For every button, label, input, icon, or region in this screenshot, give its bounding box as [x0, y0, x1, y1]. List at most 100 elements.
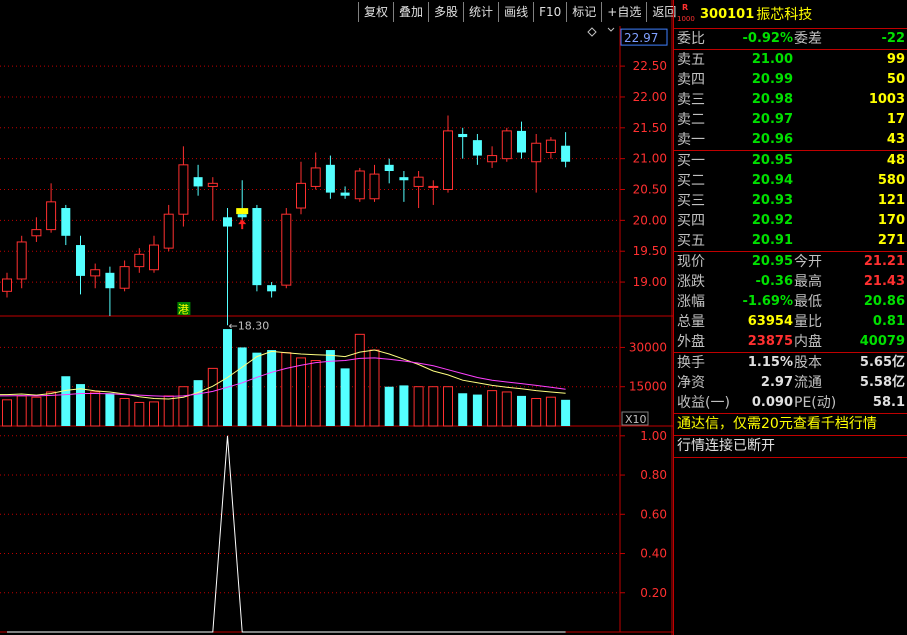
- quote-panel: R 1000 300101 振芯科技 委比 -0.92% 委差 -22 卖五 21…: [673, 0, 907, 635]
- candle-body: [428, 185, 439, 188]
- bid-level-3: 买三 20.93 121: [677, 193, 905, 209]
- bid-level-2: 买二 20.94 580: [677, 173, 905, 189]
- candle-body: [281, 213, 292, 286]
- candle-body: [223, 217, 232, 227]
- indicator-axis-label: 0.20: [640, 586, 667, 600]
- candle-body: [16, 241, 27, 280]
- candle-body: [61, 208, 71, 236]
- volume-bar: [545, 396, 556, 427]
- volume-bar: [296, 357, 306, 427]
- quote-row-1: 涨跌 -0.36 最高 21.43: [677, 274, 905, 290]
- ask-level-3: 卖三 20.98 1003: [677, 92, 905, 108]
- volume-bar: [340, 368, 350, 426]
- price-axis-label: 22.50: [633, 59, 667, 73]
- price-axis-label: 22.00: [633, 90, 667, 104]
- bid-book: 买一 20.95 48 买二 20.94 580 买三 20.93 121 买四 20.92 170 买…: [674, 150, 907, 251]
- volume-bar: [531, 398, 542, 427]
- volume-bar: [90, 391, 101, 427]
- tag-label: 港: [178, 303, 189, 316]
- candle-body: [31, 229, 42, 237]
- candle-body: [531, 142, 542, 163]
- price-axis-label: 21.50: [633, 121, 667, 135]
- candle-body: [443, 130, 453, 191]
- volume-bar: [149, 401, 159, 427]
- volume-bar: [46, 391, 57, 427]
- fundamentals: 换手 1.15% 股本 5.65亿 净资 2.97 流通 5.58亿 收益(一) 0.090 PE(…: [674, 352, 907, 413]
- upgrade-notice-link[interactable]: 通达信，仅需20元查看千档行情: [674, 413, 907, 435]
- candle-body: [134, 253, 145, 268]
- indicator-axis-label: 0.80: [640, 468, 667, 482]
- volume-bar: [428, 386, 439, 427]
- candle-body: [472, 140, 482, 156]
- bid-level-4: 买四 20.92 170: [677, 213, 905, 229]
- stock-code: 300101: [700, 6, 755, 22]
- ask-level-2: 卖二 20.97 17: [677, 112, 905, 128]
- candle-body: [413, 176, 424, 187]
- toolbar-button-3[interactable]: 统计: [463, 2, 498, 22]
- indicator-axis-label: 0.40: [640, 547, 667, 561]
- chevron-icon: [607, 27, 615, 32]
- candle-body: [369, 173, 380, 200]
- indicator-line: [7, 435, 566, 633]
- ask-book: 卖五 21.00 99 卖四 20.99 50 卖三 20.98 1003 卖二 20.97 17 卖一…: [674, 49, 907, 150]
- price-axis-label: 20.50: [633, 183, 667, 197]
- candle-body: [163, 213, 174, 249]
- volume-bar: [369, 349, 380, 427]
- candle-body: [354, 170, 365, 200]
- volume-bar: [207, 367, 218, 427]
- volume-bar: [472, 394, 482, 426]
- candle-body: [458, 133, 468, 138]
- toolbar-button-6[interactable]: 标记: [566, 2, 601, 22]
- toolbar-button-1[interactable]: 叠加: [393, 2, 428, 22]
- volume-axis-label: 15000: [629, 380, 667, 394]
- quote-row-2: 涨幅 -1.69% 最低 20.86: [677, 294, 905, 310]
- toolbar-button-2[interactable]: 多股: [428, 2, 463, 22]
- toolbar-button-7[interactable]: +自选: [601, 2, 646, 22]
- candle-body: [193, 177, 203, 187]
- quote-stats: 现价 20.95 今开 21.21 涨跌 -0.36 最高 21.43 涨幅 -1.69% 最低 20…: [674, 251, 907, 352]
- chart-toolbar: 复权 叠加 多股 统计 画线 F10 标记 +自选 返回: [358, 2, 681, 22]
- price-axis-label: 20.00: [633, 213, 667, 227]
- volume-bar: [105, 393, 115, 426]
- indicator-axis-label: 0.60: [640, 507, 667, 521]
- volume-bar: [517, 395, 526, 426]
- volume-bar: [501, 391, 512, 427]
- volume-bar: [31, 396, 42, 427]
- ask-level-5: 卖五 21.00 99: [677, 52, 905, 68]
- low-price-label: ←18.30: [229, 319, 270, 332]
- stock-header: R 1000 300101 振芯科技: [674, 0, 907, 28]
- volume-bar: [561, 399, 571, 426]
- quote-row-4: 外盘 23875 内盘 40079: [677, 334, 905, 350]
- volume-bar: [193, 380, 203, 426]
- volume-bar: [310, 360, 321, 427]
- kline-chart-area[interactable]: 22.50 22.00 21.50 21.00 20.50 20.00 19.50 19.00…: [0, 0, 673, 635]
- candle-body: [545, 139, 556, 153]
- bid-level-5: 买五 20.91 271: [677, 233, 905, 249]
- candle-body: [561, 145, 571, 162]
- volume-bar: [119, 398, 130, 427]
- candle-body: [487, 155, 498, 163]
- volume-bar: [413, 386, 424, 427]
- stock-name: 振芯科技: [756, 7, 813, 23]
- volume-bar: [252, 352, 262, 426]
- toolbar-button-0[interactable]: 复权: [358, 2, 393, 22]
- toolbar-button-4[interactable]: 画线: [498, 2, 533, 22]
- diamond-icon: [587, 27, 597, 37]
- volume-unit-label: X10: [625, 413, 647, 426]
- candle-body: [149, 244, 159, 271]
- fund-row-1: 净资 2.97 流通 5.58亿: [677, 375, 905, 391]
- ask-level-4: 卖四 20.99 50: [677, 72, 905, 88]
- candle-body: [252, 208, 262, 286]
- candle-body: [2, 278, 12, 292]
- weicha-value: -22: [881, 31, 906, 46]
- candle-body: [310, 167, 321, 187]
- price-axis-label: 19.50: [633, 244, 667, 258]
- candle-body: [105, 272, 115, 289]
- toolbar-button-5[interactable]: F10: [533, 2, 566, 22]
- candle-body: [119, 266, 130, 289]
- quote-row-3: 总量 63954 量比 0.81: [677, 314, 905, 330]
- volume-bar: [61, 376, 71, 426]
- volume-bar: [443, 386, 453, 427]
- ask-level-1: 卖一 20.96 43: [677, 132, 905, 148]
- volume-bar: [267, 350, 277, 426]
